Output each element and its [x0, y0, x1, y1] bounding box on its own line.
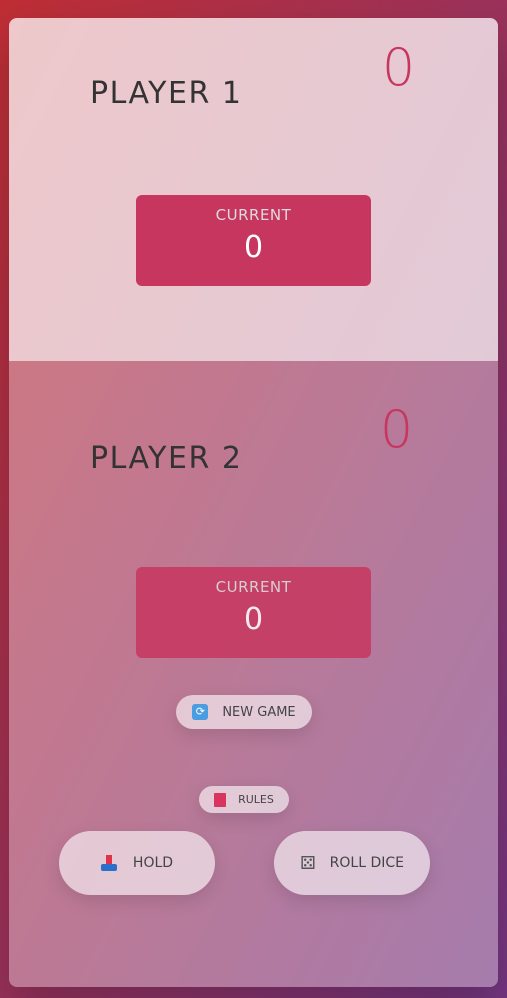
- rules-label: RULES: [238, 793, 274, 806]
- player-1-name: PLAYER 1: [90, 76, 243, 111]
- book-icon: [214, 792, 227, 807]
- roll-dice-button[interactable]: ⚄ ROLL DICE: [274, 831, 430, 895]
- dice-icon: ⚄: [300, 852, 316, 874]
- player-2-current-label: CURRENT: [215, 578, 292, 596]
- inbox-tray-icon: [100, 855, 117, 871]
- roll-dice-label: ROLL DICE: [329, 855, 404, 871]
- player-1-current-label: CURRENT: [215, 206, 292, 224]
- player-2-name: PLAYER 2: [90, 441, 243, 476]
- rules-button[interactable]: RULES: [199, 786, 289, 813]
- player-1-current-box: CURRENT 0: [136, 195, 371, 286]
- player-1-current-score: 0: [243, 230, 264, 265]
- player-1-total-score: 0: [382, 38, 416, 98]
- player-2-current-box: CURRENT 0: [136, 567, 371, 658]
- player-2-current-score: 0: [243, 602, 264, 637]
- refresh-icon: ⟳: [192, 704, 209, 720]
- new-game-label: NEW GAME: [222, 704, 296, 720]
- hold-button[interactable]: HOLD: [59, 831, 215, 895]
- new-game-button[interactable]: ⟳ NEW GAME: [176, 695, 312, 729]
- player-2-total-score: 0: [380, 400, 414, 460]
- player-1-panel: PLAYER 1 0 CURRENT 0: [9, 18, 498, 361]
- hold-label: HOLD: [132, 855, 174, 871]
